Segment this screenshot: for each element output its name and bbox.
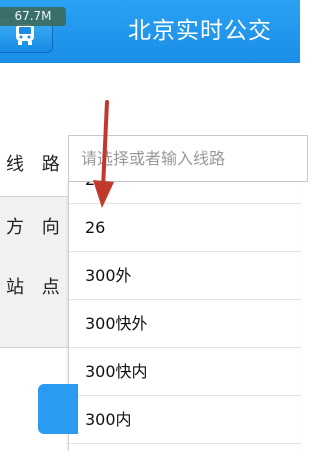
bus-icon: [16, 24, 34, 45]
memory-badge: 67.7M: [0, 7, 66, 26]
dropdown-item[interactable]: 300外: [69, 252, 301, 300]
dropdown-item[interactable]: 300内: [69, 396, 301, 444]
annotation-arrow-icon: [93, 100, 114, 208]
line-dropdown[interactable]: 2 26 300外 300快外 300快内 300内: [68, 182, 301, 451]
app-header: 67.7M 北京实时公交: [0, 0, 300, 63]
dropdown-item[interactable]: 26: [69, 204, 301, 252]
page-title: 北京实时公交: [128, 18, 272, 44]
dropdown-item[interactable]: 300快内: [69, 348, 301, 396]
query-button[interactable]: [38, 384, 78, 434]
dropdown-item[interactable]: 300快外: [69, 300, 301, 348]
